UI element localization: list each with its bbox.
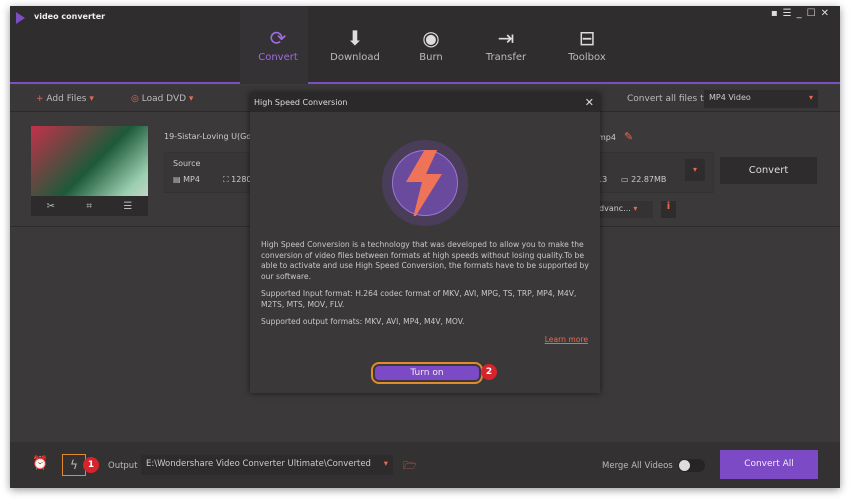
tab-toolbox[interactable]: ⊟ Toolbox bbox=[552, 24, 622, 63]
format-select[interactable]: MP4 Video ▾ bbox=[704, 90, 818, 108]
tab-label: Convert bbox=[258, 52, 298, 63]
advanced-select[interactable]: dvanc... ▾ bbox=[596, 201, 653, 218]
minimize-icon[interactable]: _ bbox=[797, 8, 807, 19]
toolbox-icon: ⊟ bbox=[578, 26, 596, 50]
high-speed-dialog: High Speed Conversion ✕ High Speed Conver… bbox=[250, 93, 600, 393]
maximize-icon[interactable]: ☐ bbox=[807, 8, 821, 19]
info-icon[interactable]: i bbox=[661, 201, 676, 218]
edit-icon[interactable]: ✎ bbox=[624, 130, 633, 143]
chevron-down-icon: ▾ bbox=[89, 94, 94, 104]
chevron-down-icon: ▾ bbox=[808, 93, 813, 102]
open-folder-icon[interactable]: 🗁 bbox=[403, 457, 417, 476]
lightning-badge bbox=[382, 140, 468, 226]
feedback-icon[interactable]: ▪ bbox=[771, 8, 783, 19]
target-size: ▭ 22.87MB bbox=[621, 175, 666, 184]
schedule-icon[interactable]: ⏰ bbox=[32, 456, 48, 471]
supported-input: Supported Input format: H.264 codec form… bbox=[261, 289, 577, 309]
tab-label: Download bbox=[330, 52, 380, 63]
add-files-label: Add Files bbox=[46, 94, 87, 104]
tab-download[interactable]: ⬇ Download bbox=[320, 24, 390, 63]
turn-on-highlight: Turn on bbox=[371, 362, 483, 384]
merge-toggle[interactable] bbox=[678, 459, 705, 472]
dialog-text: High Speed Conversion is a technology th… bbox=[261, 240, 591, 335]
burn-icon: ◉ bbox=[422, 26, 440, 50]
tab-convert[interactable]: ⟳ Convert bbox=[243, 24, 313, 63]
tab-transfer[interactable]: ⇥ Transfer bbox=[471, 24, 541, 63]
learn-more-link[interactable]: Learn more bbox=[545, 335, 588, 344]
app-title: video converter bbox=[34, 12, 106, 21]
tab-label: Transfer bbox=[485, 52, 527, 63]
tab-label: Burn bbox=[419, 52, 443, 63]
transfer-icon: ⇥ bbox=[497, 26, 515, 50]
format-text: MP4 bbox=[183, 175, 200, 184]
chevron-down-icon: ▾ bbox=[633, 204, 638, 213]
load-dvd-button[interactable]: ◎ Load DVD ▾ bbox=[131, 94, 193, 104]
target-dropdown[interactable]: ▾ bbox=[685, 159, 705, 181]
chevron-down-icon: ▾ bbox=[383, 459, 388, 469]
crop-icon[interactable]: ⌗ bbox=[86, 201, 92, 212]
source-label: Source bbox=[173, 159, 201, 168]
convert-all-label: Convert all files to: bbox=[627, 94, 713, 104]
close-icon[interactable]: ✕ bbox=[585, 93, 594, 112]
chevron-down-icon: ▾ bbox=[188, 94, 194, 104]
output-label: Output bbox=[108, 461, 138, 471]
bottom-bar: ⏰ ϟ 1 Output E:\Wondershare Video Conver… bbox=[10, 442, 840, 488]
merge-label: Merge All Videos bbox=[602, 461, 673, 471]
turn-on-button[interactable]: Turn on bbox=[375, 366, 479, 380]
step-badge: 2 bbox=[481, 364, 497, 380]
source-format: ▤ MP4 bbox=[173, 175, 200, 184]
file-name: 19-Sistar-Loving U(Gom bbox=[164, 132, 259, 141]
menu-icon[interactable]: ☰ bbox=[783, 8, 797, 19]
format-value: MP4 Video bbox=[709, 93, 751, 102]
dvd-icon: ◎ bbox=[131, 94, 142, 104]
header: video converter ▪☰_☐✕ ⟳ Convert ⬇ Download… bbox=[10, 6, 840, 84]
tab-burn[interactable]: ◉ Burn bbox=[396, 24, 466, 63]
output-path-select[interactable]: E:\Wondershare Video Converter Ultimate\… bbox=[141, 455, 393, 475]
dialog-header: High Speed Conversion ✕ bbox=[250, 93, 600, 112]
output-path: E:\Wondershare Video Converter Ultimate\… bbox=[146, 459, 371, 469]
tab-label: Toolbox bbox=[568, 52, 606, 63]
convert-button[interactable]: Convert bbox=[720, 157, 817, 184]
dialog-title: High Speed Conversion bbox=[254, 98, 348, 107]
supported-output: Supported output formats: MKV, AVI, MP4,… bbox=[261, 317, 465, 326]
film-icon: ▤ bbox=[173, 175, 184, 184]
effects-icon[interactable]: ☰ bbox=[123, 201, 132, 212]
convert-icon: ⟳ bbox=[269, 26, 287, 50]
load-dvd-label: Load DVD bbox=[141, 94, 187, 104]
advanced-value: dvanc... bbox=[599, 204, 631, 213]
toggle-knob bbox=[679, 460, 690, 471]
resolution-text: 1280 bbox=[231, 175, 252, 184]
convert-all-button[interactable]: Convert All bbox=[720, 450, 818, 479]
thumbnail-tools: ✂ ⌗ ☰ bbox=[31, 196, 148, 216]
download-icon: ⬇ bbox=[346, 26, 364, 50]
lightning-icon bbox=[406, 150, 442, 216]
source-resolution: ⛶ 1280 bbox=[223, 175, 252, 185]
lightning-circle bbox=[392, 150, 458, 216]
cut-icon[interactable]: ✂ bbox=[47, 201, 55, 212]
resolution-icon: ⛶ bbox=[223, 175, 232, 184]
window-controls: ▪☰_☐✕ bbox=[771, 8, 834, 19]
logo-icon bbox=[16, 12, 25, 24]
step-badge: 1 bbox=[83, 457, 99, 473]
plus-icon: + bbox=[36, 94, 47, 104]
add-files-button[interactable]: + Add Files ▾ bbox=[36, 94, 94, 104]
target-ext: mp4 bbox=[598, 133, 616, 142]
dialog-description: High Speed Conversion is a technology th… bbox=[261, 240, 589, 281]
folder-icon: ▭ bbox=[621, 175, 632, 184]
lightning-icon: ϟ bbox=[70, 458, 78, 472]
close-icon[interactable]: ✕ bbox=[821, 8, 834, 19]
size-text: 22.87MB bbox=[631, 175, 667, 184]
